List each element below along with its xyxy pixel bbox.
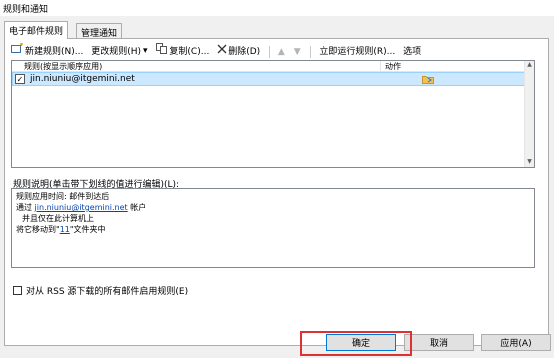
account-link[interactable]: jin.niuniu@itgemini.net bbox=[35, 203, 128, 212]
description-line: 通过 jin.niuniu@itgemini.net 帐户 bbox=[16, 203, 147, 212]
arrow-up-icon: ▲ bbox=[277, 47, 285, 57]
arrow-down-icon: ▼ bbox=[293, 47, 301, 57]
toolbar-separator bbox=[269, 45, 271, 58]
ok-button[interactable]: 确定 bbox=[326, 334, 396, 351]
options-button[interactable]: 选项 bbox=[403, 44, 421, 58]
run-rules-now-button[interactable]: 立即运行规则(R)... bbox=[319, 44, 395, 58]
scroll-up-icon[interactable]: ▲ bbox=[525, 61, 534, 70]
toolbar-separator bbox=[310, 45, 312, 58]
rules-panel: 新建规则(N)... 更改规则(H) ▾ 复制(C)... 删除(D) ▲ ▼ … bbox=[4, 38, 549, 346]
description-line: 并且仅在此计算机上 bbox=[22, 214, 94, 223]
move-up-button[interactable]: ▲ bbox=[278, 45, 286, 59]
column-header-action[interactable]: 动作 bbox=[385, 61, 401, 72]
rules-toolbar: 新建规则(N)... 更改规则(H) ▾ 复制(C)... 删除(D) ▲ ▼ … bbox=[11, 43, 426, 59]
change-rule-button[interactable]: 更改规则(H) ▾ bbox=[91, 44, 148, 58]
copy-rule-button[interactable]: 复制(C)... bbox=[156, 43, 209, 57]
new-rule-button[interactable]: 新建规则(N)... bbox=[11, 43, 83, 57]
rule-row[interactable]: ✓ jin.niuniu@itgemini.net bbox=[12, 72, 534, 86]
folder-move-icon bbox=[422, 75, 434, 87]
rules-scrollbar[interactable]: ▲ ▼ bbox=[524, 61, 534, 167]
tab-email-rules[interactable]: 电子邮件规则 bbox=[4, 21, 69, 39]
rule-enabled-checkbox[interactable]: ✓ bbox=[15, 74, 25, 84]
rules-list: 规则(按显示顺序应用) 动作 ✓ jin.niuniu@itgemini.net… bbox=[11, 60, 535, 168]
cancel-button[interactable]: 取消 bbox=[404, 334, 474, 351]
dialog-client: 电子邮件规则 管理通知 新建规则(N)... 更改规则(H) ▾ 复制(C)..… bbox=[0, 16, 554, 358]
new-rule-icon bbox=[11, 43, 24, 57]
title-bar: 规则和通知 bbox=[0, 0, 554, 16]
rule-description: 规则应用时间: 邮件到达后 通过 jin.niuniu@itgemini.net… bbox=[11, 188, 535, 268]
rss-rules-option[interactable]: 对从 RSS 源下载的所有邮件启用规则(E) bbox=[13, 284, 188, 297]
rule-name: jin.niuniu@itgemini.net bbox=[30, 74, 135, 84]
delete-rule-button[interactable]: 删除(D) bbox=[217, 44, 260, 58]
folder-link[interactable]: 11 bbox=[60, 225, 70, 234]
tab-manage-alerts[interactable]: 管理通知 bbox=[76, 23, 123, 39]
move-down-button[interactable]: ▼ bbox=[294, 45, 302, 59]
rules-list-header: 规则(按显示顺序应用) 动作 bbox=[12, 61, 534, 72]
scroll-down-icon[interactable]: ▼ bbox=[525, 158, 534, 167]
rss-option-label: 对从 RSS 源下载的所有邮件启用规则(E) bbox=[26, 287, 189, 297]
copy-icon bbox=[156, 43, 168, 57]
window-title: 规则和通知 bbox=[3, 5, 49, 15]
rss-checkbox[interactable] bbox=[13, 286, 22, 295]
description-line: 规则应用时间: 邮件到达后 bbox=[16, 192, 110, 201]
description-line: 将它移动到"11"文件夹中 bbox=[16, 225, 106, 234]
column-divider bbox=[380, 61, 381, 72]
column-header-rule[interactable]: 规则(按显示顺序应用) bbox=[24, 61, 102, 72]
chevron-down-icon: ▾ bbox=[143, 45, 148, 56]
delete-icon bbox=[217, 44, 227, 57]
apply-button[interactable]: 应用(A) bbox=[481, 334, 551, 351]
